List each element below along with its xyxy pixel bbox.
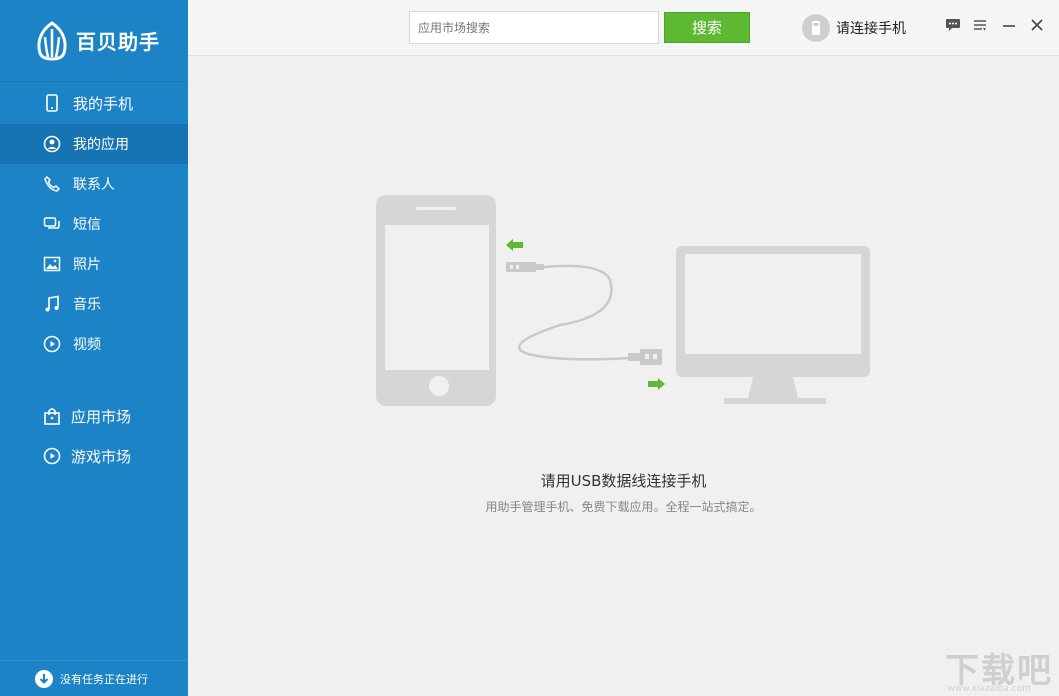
sidebar-item-app-market[interactable]: 应用市场 <box>0 396 188 436</box>
shopping-bag-icon <box>43 407 61 425</box>
phone-illustration <box>376 195 496 406</box>
sidebar-item-label: 音乐 <box>73 294 101 314</box>
sidebar-item-label: 我的手机 <box>73 93 133 114</box>
phone-icon <box>43 94 61 112</box>
sidebar-item-my-apps[interactable]: 我的应用 <box>0 124 188 164</box>
sidebar-item-contacts[interactable]: 联系人 <box>0 164 188 204</box>
sidebar-item-label: 应用市场 <box>71 406 131 427</box>
top-bar: 搜索 请连接手机 <box>188 0 1059 56</box>
music-icon <box>43 295 61 313</box>
search-input[interactable] <box>409 11 659 44</box>
device-status[interactable]: 请连接手机 <box>802 13 906 43</box>
contacts-icon <box>43 175 61 193</box>
left-arrow-icon <box>506 239 523 251</box>
app-name: 百贝助手 <box>76 26 160 55</box>
usb-plug-right <box>628 349 662 365</box>
menu-icon[interactable] <box>971 16 989 34</box>
sidebar-item-label: 照片 <box>73 254 101 274</box>
sidebar-item-sms[interactable]: 短信 <box>0 204 188 244</box>
usb-cable <box>519 266 630 359</box>
device-status-text: 请连接手机 <box>836 18 906 38</box>
device-icon <box>802 14 830 42</box>
game-icon <box>43 447 61 465</box>
connect-prompt-title: 请用USB数据线连接手机 <box>188 470 1059 491</box>
app-logo: 百贝助手 <box>0 0 188 82</box>
logo-icon <box>34 21 70 61</box>
minimize-icon[interactable] <box>1000 16 1018 34</box>
right-arrow-icon <box>648 378 665 390</box>
task-status-bar[interactable]: 没有任务正在进行 <box>0 660 188 696</box>
close-icon[interactable] <box>1028 16 1046 34</box>
download-icon <box>34 669 54 689</box>
sidebar-item-label: 我的应用 <box>73 134 129 154</box>
sidebar-item-label: 短信 <box>73 214 101 234</box>
sidebar: 百贝助手 我的手机 我的应用 联系人 短信 照片 音乐 <box>0 0 188 696</box>
sidebar-item-my-phone[interactable]: 我的手机 <box>0 82 188 124</box>
sidebar-item-label: 视频 <box>73 334 101 354</box>
connect-prompt-subtitle: 用助手管理手机、免费下载应用。全程一站式搞定。 <box>188 498 1059 515</box>
video-icon <box>43 335 61 353</box>
feedback-icon[interactable] <box>944 16 962 34</box>
sidebar-item-videos[interactable]: 视频 <box>0 324 188 364</box>
task-status-text: 没有任务正在进行 <box>60 671 148 687</box>
sidebar-item-label: 游戏市场 <box>71 446 131 467</box>
sms-icon <box>43 215 61 233</box>
watermark-url: www.xiazaiba.com <box>947 684 1031 694</box>
apps-icon <box>43 135 61 153</box>
photo-icon <box>43 255 61 273</box>
usb-plug-left <box>506 262 544 272</box>
sidebar-item-game-market[interactable]: 游戏市场 <box>0 436 188 476</box>
monitor-illustration <box>676 246 870 404</box>
search-button[interactable]: 搜索 <box>664 12 750 43</box>
usb-connect-illustration <box>370 190 880 410</box>
sidebar-item-label: 联系人 <box>73 174 115 194</box>
sidebar-item-music[interactable]: 音乐 <box>0 284 188 324</box>
sidebar-item-photos[interactable]: 照片 <box>0 244 188 284</box>
